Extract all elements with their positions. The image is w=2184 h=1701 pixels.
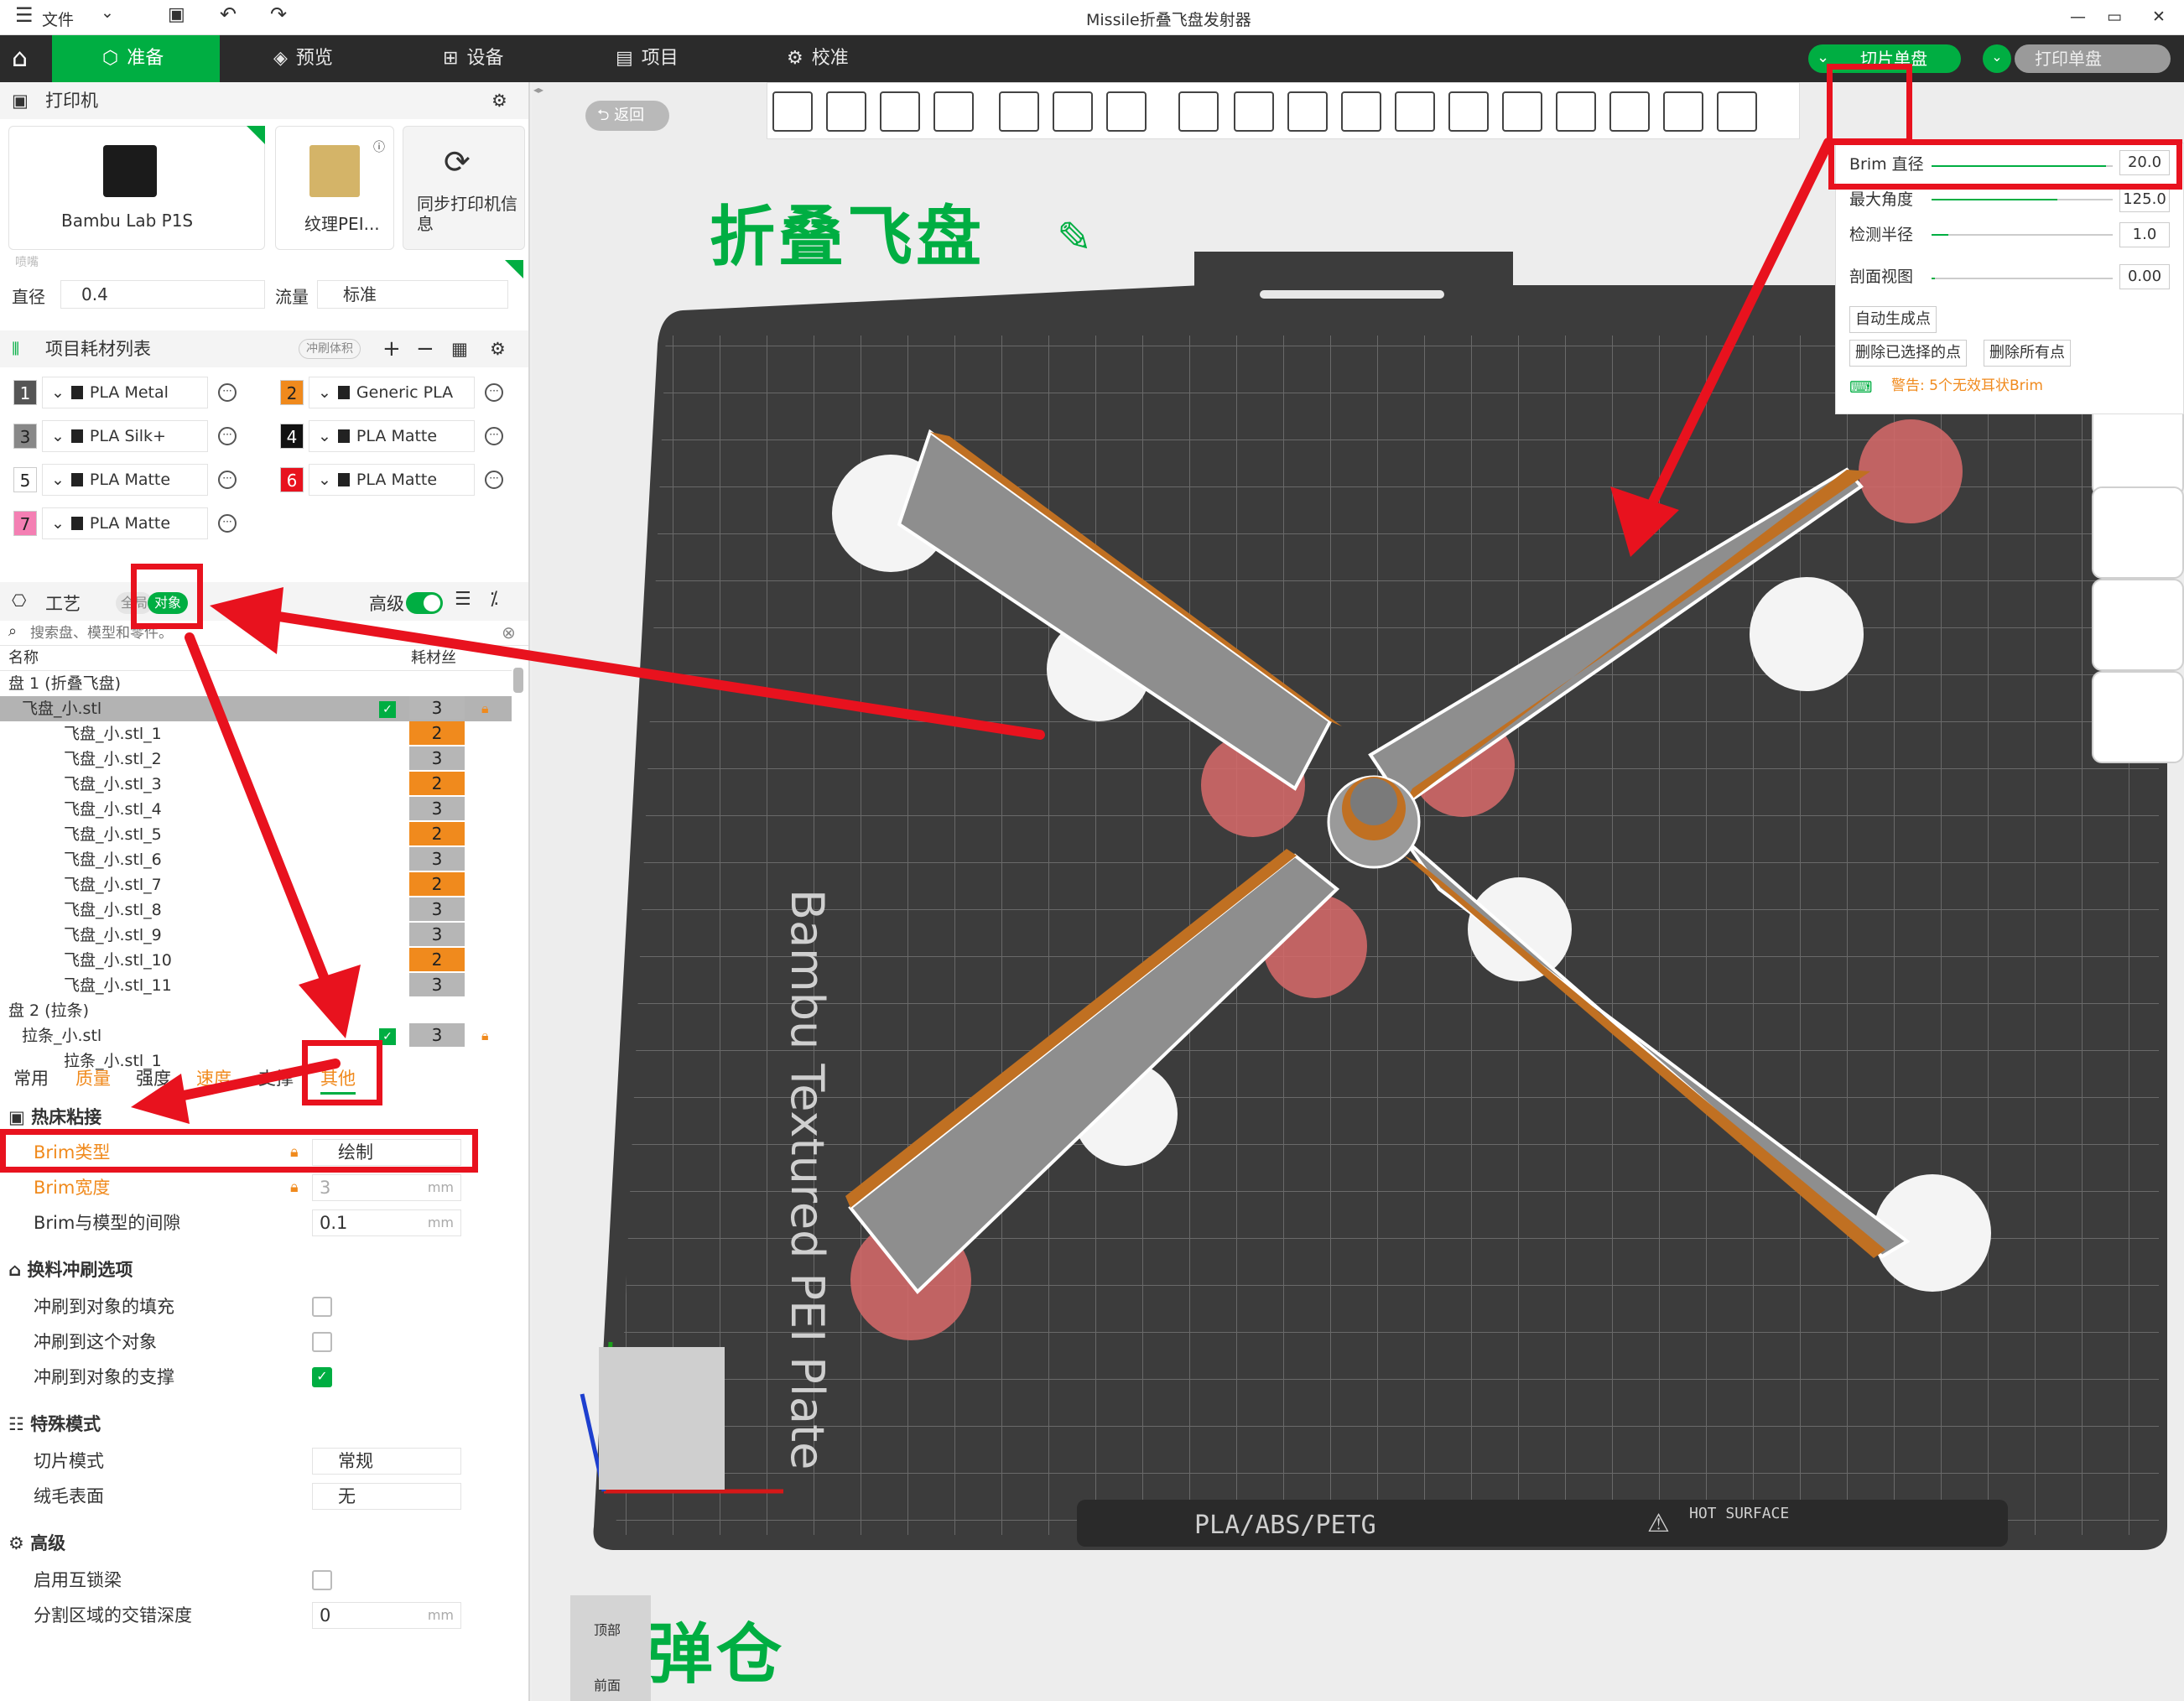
annotation-arrows	[131, 138, 1833, 1124]
